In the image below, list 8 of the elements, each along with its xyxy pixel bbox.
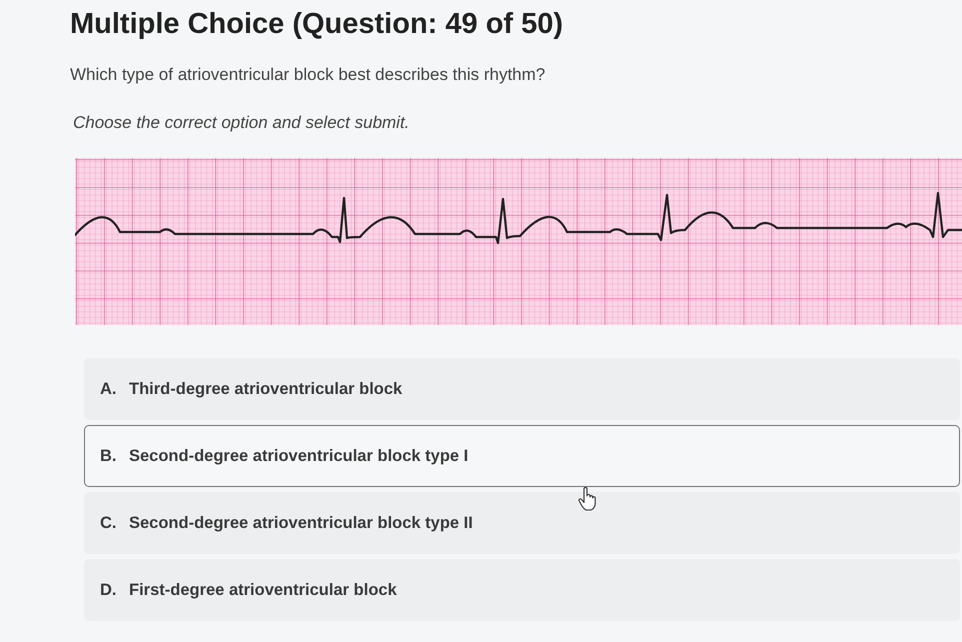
answer-option[interactable]: C. Second-degree atrioventricular block type II — [84, 492, 960, 554]
page-title: Multiple Choice (Question: 49 of 50) — [70, 7, 564, 41]
answer-option[interactable]: B. Second-degree atrioventricular block type I — [84, 425, 960, 487]
instruction-text: Choose the correct option and select submit. — [73, 112, 410, 134]
hand-cursor-icon — [578, 487, 598, 511]
answer-option[interactable]: A. Third-degree atrioventricular block — [84, 358, 960, 420]
answer-option[interactable]: D. First-degree atrioventricular block — [84, 559, 960, 621]
question-text: Which type of atrioventricular block best describes this rhythm? — [70, 64, 546, 86]
